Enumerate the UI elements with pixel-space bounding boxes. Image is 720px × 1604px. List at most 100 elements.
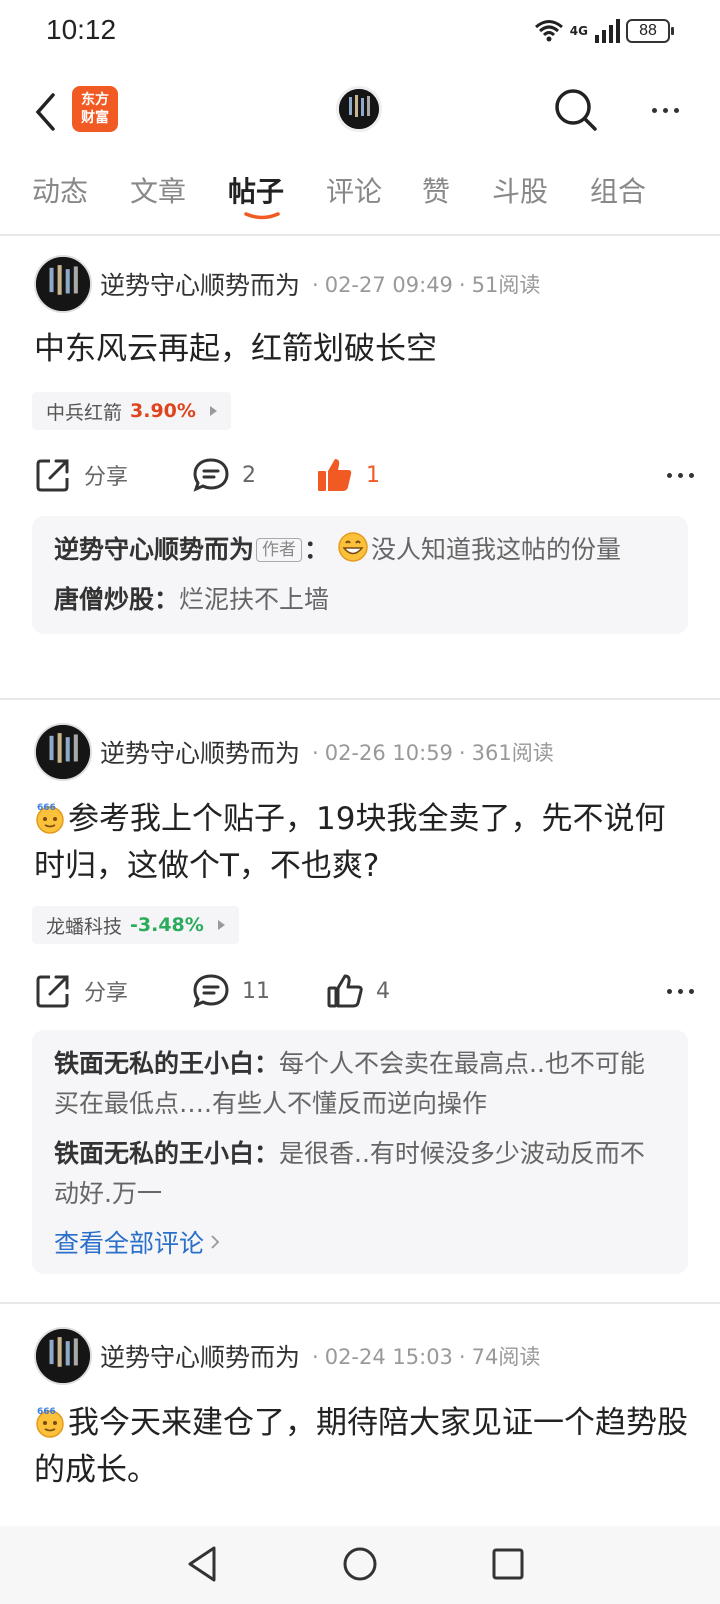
status-bar: 10:12 4G 88 [0, 0, 720, 66]
comment-text: 烂泥扶不上墙 [179, 585, 330, 614]
666-face-icon: 666 [36, 803, 64, 834]
search-icon [555, 89, 597, 131]
app-header: 东方 财富 [0, 76, 720, 148]
wifi-icon [534, 20, 563, 42]
more-options-button[interactable] [640, 86, 690, 134]
tab-articles[interactable]: 文章 [130, 170, 186, 210]
avatar-image [36, 257, 90, 311]
avatar-image [36, 725, 90, 779]
stock-tag[interactable]: 龙蟠科技 -3.48% [32, 906, 239, 944]
post-reads: 74阅读 [471, 1345, 541, 1369]
commenter-name[interactable]: 逆势守心顺势而为 [54, 535, 254, 564]
share-button[interactable]: 分享 [34, 450, 128, 500]
share-icon [36, 975, 69, 1008]
author-avatar[interactable] [34, 255, 92, 313]
tab-dynamics[interactable]: 动态 [32, 170, 88, 210]
post-more-button[interactable] [654, 966, 694, 1016]
nav-back-button[interactable] [180, 1540, 228, 1588]
profile-tabs: 动态 文章 帖子 评论 赞 斗股 组合 [0, 166, 720, 232]
comment-count: 11 [242, 978, 270, 1004]
share-label: 分享 [84, 981, 129, 1006]
tabs-divider [0, 234, 720, 236]
post-title[interactable]: 666 我今天来建仓了，期待陪大家见证一个趋势股的成长。 [34, 1400, 694, 1494]
post-author-row: 逆势守心顺势而为 · 02-27 09:49 · 51阅读 [34, 254, 540, 314]
comment-item: 逆势守心顺势而为 作者： 没人知道我这帖的份量 [54, 530, 666, 570]
grinning-face-icon [338, 532, 368, 562]
like-button[interactable]: 4 [326, 966, 390, 1016]
active-tab-indicator [244, 212, 280, 220]
more-dot [689, 472, 694, 478]
like-button[interactable]: 1 [316, 450, 380, 500]
post-date: 02-24 15:03 [324, 1345, 453, 1369]
post-title[interactable]: 中东风云再起，红箭划破长空 [34, 326, 694, 373]
post-title-text: 参考我上个贴子，19块我全卖了，先不说何时归，这做个T，不也爽? [34, 801, 666, 884]
share-label: 分享 [84, 465, 129, 490]
tab-battles[interactable]: 斗股 [492, 170, 548, 210]
comment-button[interactable]: 11 [192, 966, 270, 1016]
post-title[interactable]: 666 参考我上个贴子，19块我全卖了，先不说何时归，这做个T，不也爽? [34, 796, 694, 890]
stock-change: -3.48% [130, 914, 204, 936]
view-all-label: 查看全部评论 [54, 1229, 205, 1258]
stock-name: 龙蟠科技 [46, 915, 123, 938]
profile-avatar[interactable] [336, 86, 382, 132]
author-avatar[interactable] [34, 723, 92, 781]
author-name[interactable]: 逆势守心顺势而为 [100, 734, 300, 770]
author-name[interactable]: 逆势守心顺势而为 [100, 1338, 300, 1374]
comments-preview[interactable]: 逆势守心顺势而为 作者： 没人知道我这帖的份量 唐僧炒股：烂泥扶不上墙 [32, 516, 688, 634]
comment-count: 2 [242, 462, 256, 488]
comment-item: 唐僧炒股：烂泥扶不上墙 [54, 580, 666, 620]
caret-right-icon [209, 406, 217, 416]
share-icon [36, 459, 69, 492]
view-all-comments-link[interactable]: 查看全部评论 [54, 1224, 666, 1260]
back-button[interactable] [26, 84, 66, 140]
battery-icon: 88 [626, 19, 674, 43]
tab-posts[interactable]: 帖子 [228, 170, 284, 210]
more-dot [651, 107, 657, 113]
nav-home-button[interactable] [336, 1540, 384, 1588]
post-divider [0, 1302, 720, 1304]
author-name[interactable]: 逆势守心顺势而为 [100, 266, 300, 302]
commenter-name[interactable]: 铁面无私的王小白 [54, 1139, 254, 1168]
comment-separator: ： [254, 1139, 280, 1168]
commenter-name[interactable]: 铁面无私的王小白 [54, 1049, 254, 1078]
more-dot [667, 988, 672, 994]
author-avatar[interactable] [34, 1327, 92, 1385]
status-icons: 4G 88 [534, 18, 674, 44]
nav-recents-button[interactable] [484, 1540, 532, 1588]
post-date: 02-26 10:59 [324, 741, 453, 765]
post-title-text: 我今天来建仓了，期待陪大家见证一个趋势股的成长。 [34, 1405, 688, 1488]
comment-icon [193, 458, 229, 492]
chevron-left-icon [35, 93, 55, 131]
post-more-button[interactable] [654, 450, 694, 500]
avatar-image [36, 1329, 90, 1383]
tab-portfolio[interactable]: 组合 [590, 170, 646, 210]
post-meta: · 02-27 09:49 · 51阅读 [312, 273, 541, 297]
commenter-name[interactable]: 唐僧炒股 [54, 585, 154, 614]
tab-likes[interactable]: 赞 [422, 170, 450, 210]
square-recents-icon [492, 1548, 524, 1580]
stock-name: 中兵红箭 [46, 401, 123, 424]
stock-tag[interactable]: 中兵红箭 3.90% [32, 392, 231, 430]
status-time: 10:12 [46, 14, 117, 45]
share-button[interactable]: 分享 [34, 966, 128, 1016]
system-nav-bar [0, 1526, 720, 1604]
post-reads: 51阅读 [471, 273, 541, 297]
brand-logo[interactable]: 东方 财富 [72, 86, 118, 132]
tab-comments[interactable]: 评论 [326, 170, 382, 210]
like-count: 1 [366, 462, 380, 488]
comment-icon [193, 974, 229, 1008]
more-dot [667, 472, 672, 478]
avatar-image [339, 89, 379, 129]
comments-preview[interactable]: 铁面无私的王小白：每个人不会卖在最高点..也不可能买在最低点….有些人不懂反而逆… [32, 1030, 688, 1274]
comment-button[interactable]: 2 [192, 450, 256, 500]
logo-line-2: 财富 [81, 110, 109, 126]
post-reads: 361阅读 [471, 741, 554, 765]
search-button[interactable] [552, 86, 600, 134]
network-type: 4G [569, 24, 588, 38]
comment-separator: ： [154, 585, 180, 614]
comment-separator: ： [304, 535, 330, 564]
svg-text:666: 666 [37, 1407, 56, 1417]
comment-item: 铁面无私的王小白：每个人不会卖在最高点..也不可能买在最低点….有些人不懂反而逆… [54, 1044, 666, 1124]
more-dot [662, 107, 668, 113]
chevron-right-icon [211, 1235, 220, 1249]
